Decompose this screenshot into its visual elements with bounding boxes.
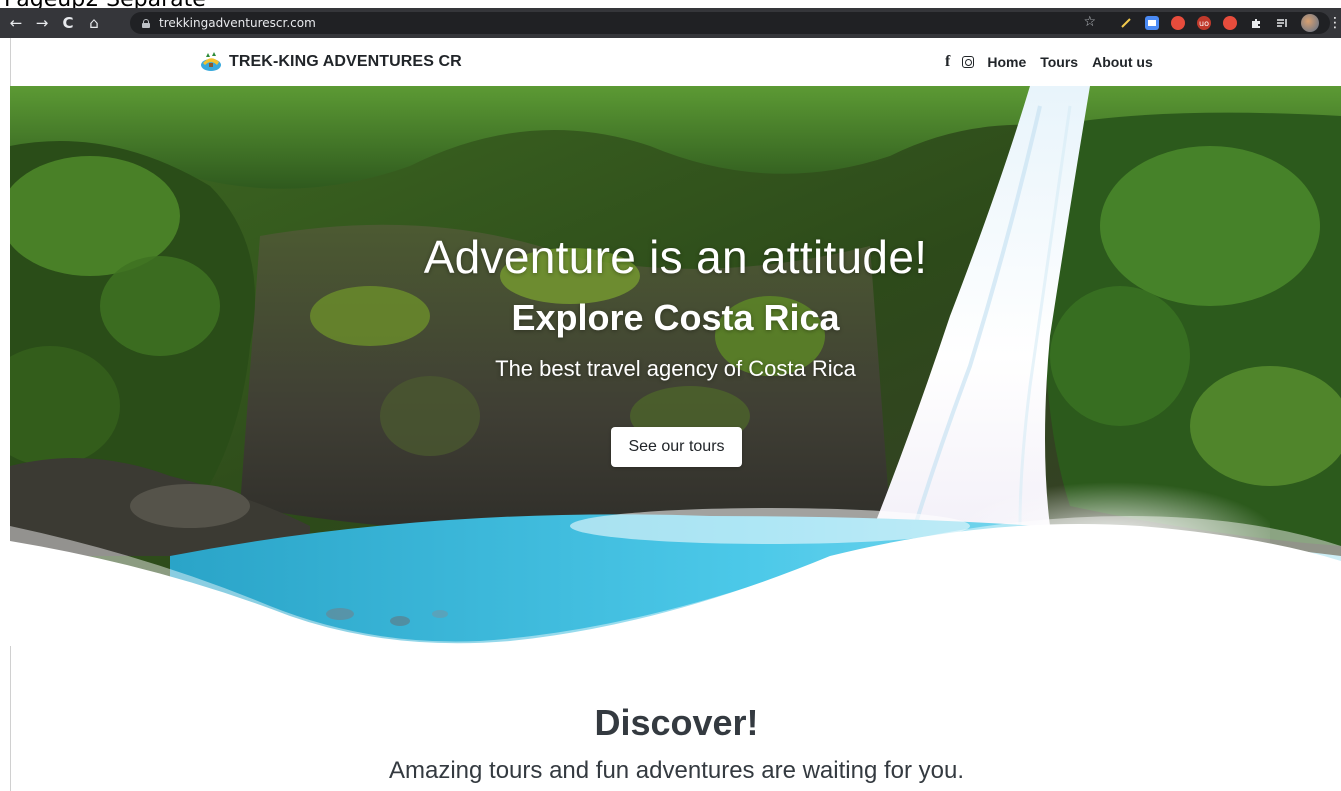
brand-name: TREK-KING ADVENTURES CR bbox=[229, 53, 462, 70]
hero-subtitle: Explore Costa Rica bbox=[511, 297, 840, 338]
back-icon[interactable]: ← bbox=[6, 13, 26, 33]
discover-section: Discover! Amazing tours and fun adventur… bbox=[10, 646, 1341, 791]
hero-title: Adventure is an attitude! bbox=[423, 231, 928, 283]
nav-about-link[interactable]: About us bbox=[1092, 54, 1153, 70]
discover-text: Amazing tours and fun adventures are wai… bbox=[389, 757, 964, 784]
hero-section: Adventure is an attitude! Explore Costa … bbox=[10, 86, 1341, 646]
bookmark-star-icon[interactable]: ☆ bbox=[1083, 14, 1096, 30]
extensions-tray: uo ⋮ bbox=[1119, 8, 1341, 38]
main-nav: f Home Tours About us bbox=[945, 53, 1167, 71]
home-icon[interactable]: ⌂ bbox=[84, 13, 104, 33]
site-header: TREK-KING ADVENTURES CR f Home Tours Abo… bbox=[10, 38, 1341, 86]
facebook-icon[interactable]: f bbox=[945, 53, 950, 71]
translate-extension-icon[interactable] bbox=[1145, 16, 1159, 30]
brand-logo-icon bbox=[199, 50, 223, 74]
lock-icon[interactable] bbox=[142, 18, 150, 28]
instagram-icon[interactable] bbox=[962, 56, 975, 68]
discover-title: Discover! bbox=[594, 702, 759, 743]
address-bar-url[interactable]: trekkingadventurescr.com bbox=[159, 16, 316, 30]
shield-extension-icon[interactable] bbox=[1171, 16, 1185, 30]
top-text-fragment: Pageup2 Separate bbox=[0, 0, 1341, 8]
hero-tagline: The best travel agency of Costa Rica bbox=[495, 356, 856, 381]
reading-list-icon[interactable] bbox=[1275, 16, 1289, 30]
browser-menu-icon[interactable]: ⋮ bbox=[1328, 15, 1341, 31]
adblock-extension-icon[interactable] bbox=[1223, 16, 1237, 30]
nav-tours-link[interactable]: Tours bbox=[1040, 54, 1078, 70]
hero-content: Adventure is an attitude! Explore Costa … bbox=[10, 86, 1341, 646]
brand-link[interactable]: TREK-KING ADVENTURES CR bbox=[199, 50, 462, 74]
ublock-extension-icon[interactable]: uo bbox=[1197, 16, 1211, 30]
nav-home-link[interactable]: Home bbox=[987, 54, 1026, 70]
puzzle-extensions-icon[interactable] bbox=[1249, 16, 1263, 30]
pen-extension-icon[interactable] bbox=[1119, 16, 1133, 30]
profile-avatar-icon[interactable] bbox=[1301, 14, 1319, 32]
reload-icon[interactable]: C bbox=[58, 13, 78, 33]
top-text-fragment-label: Pageup2 Separate bbox=[4, 0, 206, 8]
forward-icon[interactable]: → bbox=[32, 13, 52, 33]
see-tours-button[interactable]: See our tours bbox=[611, 427, 742, 467]
